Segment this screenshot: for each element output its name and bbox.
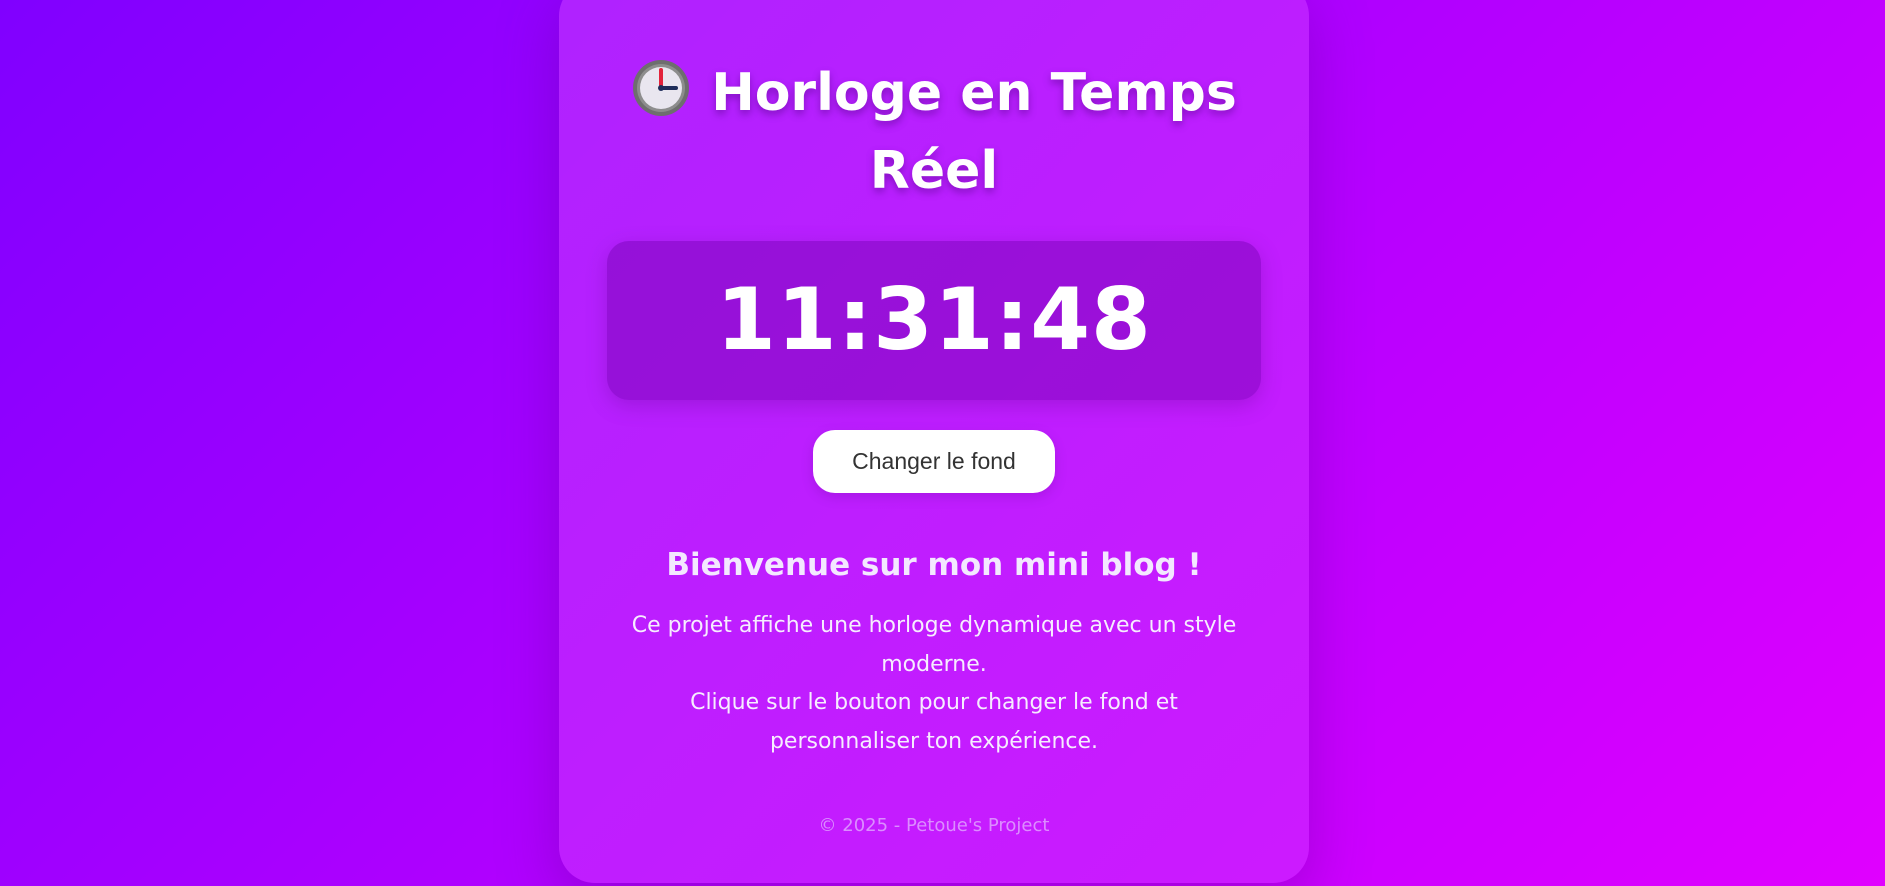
page: { "app": { "title": "Horloge en Temps Ré…	[0, 0, 1885, 886]
clock-card: Horloge en Temps Réel 11:31:48 Changer l…	[559, 0, 1309, 883]
clock-display: 11:31:48	[607, 241, 1261, 400]
blog-paragraph: Clique sur le bouton pour changer le fon…	[690, 690, 1178, 754]
page-title: Horloge en Temps Réel	[559, 54, 1309, 210]
clock-time: 11:31:48	[716, 270, 1152, 370]
change-background-button[interactable]: Changer le fond	[813, 430, 1055, 493]
blog-heading: Bienvenue sur mon mini blog !	[666, 547, 1202, 583]
clock-icon	[631, 58, 691, 118]
blog-paragraph: Ce projet affiche une horloge dynamique …	[631, 613, 1237, 677]
blog-description: Ce projet affiche une horloge dynamique …	[619, 607, 1249, 761]
title-text: Horloge en Temps Réel	[711, 63, 1237, 201]
footer-text: © 2025 - Petoue's Project	[818, 815, 1050, 836]
